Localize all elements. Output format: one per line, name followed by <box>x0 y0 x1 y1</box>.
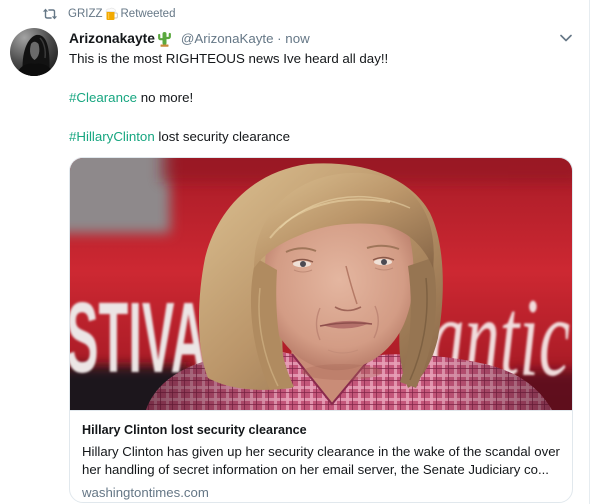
avatar[interactable] <box>10 28 58 76</box>
retweeter-name-link[interactable]: GRIZZ <box>68 6 103 22</box>
tweet-text-segment: This is the most RIGHTEOUS news Ive hear… <box>69 51 389 66</box>
timeline-tweet: GRIZZ Retweeted Arizonakayte @ArizonaKay… <box>0 0 592 504</box>
card-body: Hillary Clinton lost security clearance … <box>70 411 572 502</box>
card-domain: washingtontimes.com <box>82 485 209 500</box>
retweet-context: GRIZZ Retweeted <box>42 6 175 22</box>
tweet-paragraph: #HillaryClinton lost security clearance <box>69 127 569 147</box>
cactus-emoji-icon <box>157 31 171 47</box>
hashtag-link[interactable]: #Clearance <box>69 90 137 105</box>
beer-mug-emoji-icon <box>105 7 118 20</box>
retweeted-label: Retweeted <box>120 8 176 20</box>
retweet-icon <box>42 8 58 20</box>
card-description: Hillary Clinton has given up her securit… <box>82 444 560 477</box>
tweet-paragraph: This is the most RIGHTEOUS news Ive hear… <box>69 49 569 69</box>
link-preview-card[interactable]: STIVA lantic Hillary Clinton lost securi… <box>69 157 573 503</box>
tweet-text-segment: no more! <box>137 90 194 105</box>
card-title: Hillary Clinton lost security clearance <box>82 423 307 437</box>
header-separator: · <box>277 31 282 46</box>
chevron-down-icon[interactable] <box>560 34 572 42</box>
tweet-paragraph: #Clearance no more! <box>69 88 569 108</box>
tweet-header: Arizonakayte @ArizonaKayte · now <box>69 29 310 48</box>
tweet-text: This is the most RIGHTEOUS news Ive hear… <box>69 49 569 166</box>
tweet-text-segment: lost security clearance <box>154 129 290 144</box>
avatar-image <box>10 28 58 76</box>
author-handle[interactable]: @ArizonaKayte <box>181 29 274 48</box>
hashtag-link[interactable]: #HillaryClinton <box>69 129 155 144</box>
timeline-divider <box>589 0 590 504</box>
author-name-link[interactable]: Arizonakayte <box>69 29 155 48</box>
card-photo: STIVA lantic <box>70 158 572 410</box>
card-image: STIVA lantic <box>70 158 572 411</box>
tweet-timestamp-link[interactable]: now <box>285 29 309 48</box>
